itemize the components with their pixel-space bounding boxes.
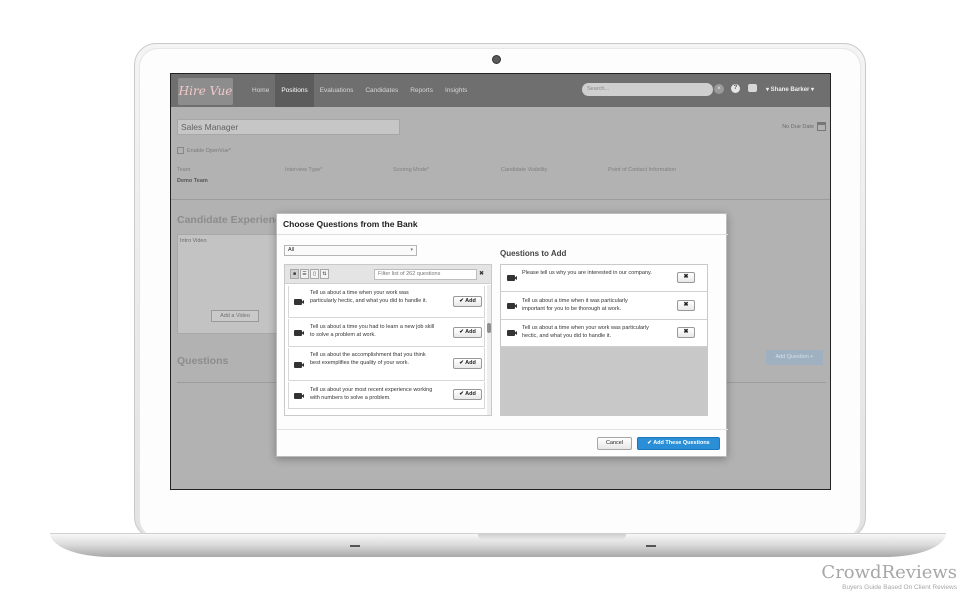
questions-to-add-list: Please tell us why you are interested in… [500,264,708,416]
chevron-down-icon: ▾ [410,247,413,253]
category-select[interactable]: All ▾ [284,245,417,256]
scoring-mode-label: Scoring Mode* [393,167,430,173]
list-view-icon[interactable]: ☰ [300,269,309,279]
laptop-base [50,533,946,557]
list-item: Tell us about your most recent experienc… [288,382,485,409]
list-item: Tell us about a time when it was particu… [501,293,707,320]
video-camera-icon [294,299,304,305]
list-item: Tell us about a time when your work was … [501,320,707,347]
sort-icon[interactable]: ⇅ [320,269,329,279]
bank-scrollbar[interactable] [487,285,491,415]
bank-toolbar: ■ ☰ ▯ ⇅ Filter list of 262 questions ✖ [285,265,491,284]
clear-filter-icon[interactable]: ✖ [477,269,486,280]
nav-reports[interactable]: Reports [404,74,439,107]
position-page: Sales Manager No Due Date Enable OpenVue… [171,107,830,489]
question-text: Tell us about a time when it was particu… [522,298,628,312]
question-text: Tell us about the accomplishment that yo… [310,352,426,366]
team-label: Team [177,167,191,173]
main-nav: Home Positions Evaluations Candidates Re… [246,74,473,107]
questions-heading: Questions [177,355,229,367]
candidate-experience-heading: Candidate Experienc [177,214,281,226]
add-question-button[interactable]: ✔ Add [453,358,482,369]
top-nav-bar: Hire Vue Home Positions Evaluations Cand… [171,74,830,107]
nav-evaluations[interactable]: Evaluations [314,74,360,107]
search-input[interactable]: Search... [582,83,713,96]
remove-question-button[interactable]: ✖ [677,272,695,283]
hirevue-logo[interactable]: Hire Vue [178,78,233,105]
questions-to-add-heading: Questions to Add [500,249,567,258]
help-icon[interactable]: ? [731,84,740,93]
remove-question-button[interactable]: ✖ [677,300,695,311]
video-camera-icon [507,275,517,281]
crowdreviews-tagline: Buyers Guide Based On Client Reviews [842,584,957,591]
video-camera-icon [294,362,304,368]
remove-question-button[interactable]: ✖ [677,327,695,338]
document-icon[interactable]: ▯ [310,269,319,279]
team-value: Demo Team [177,178,208,184]
question-bank-list: ■ ☰ ▯ ⇅ Filter list of 262 questions ✖ T… [284,264,492,416]
list-item: Please tell us why you are interested in… [501,265,707,292]
section-divider [171,199,830,200]
video-filter-icon[interactable]: ■ [290,269,299,279]
video-camera-icon [507,303,517,309]
crowdreviews-watermark: CrowdReviews [821,562,957,583]
laptop-mockup: Hire Vue Home Positions Evaluations Cand… [0,0,971,604]
bank-scroll-thumb[interactable] [487,323,491,333]
bank-filter-input[interactable]: Filter list of 262 questions [374,269,477,280]
app-screen: Hire Vue Home Positions Evaluations Cand… [170,73,831,490]
intro-video-label: Intro Video [180,238,207,244]
list-item: Tell us about the accomplishment that yo… [288,348,485,381]
question-text: Tell us about your most recent experienc… [310,387,433,401]
cancel-button[interactable]: Cancel [597,437,632,450]
nav-home[interactable]: Home [246,74,275,107]
video-camera-icon [507,330,517,336]
list-item: Tell us about a time you had to learn a … [288,319,485,347]
interview-type-label: Interview Type* [285,167,323,173]
list-item: Tell us about a time when your work was … [288,286,485,318]
user-menu[interactable]: ▾ Shane Barker ▾ [766,74,814,107]
candidate-visibility-label: Candidate Visibility [501,167,548,173]
add-question-button[interactable]: ✔ Add [453,296,482,307]
add-question-button[interactable]: Add Question + [766,350,823,365]
calendar-icon[interactable] [817,122,826,131]
clear-search-icon[interactable]: × [714,84,724,94]
question-text: Tell us about a time when your work was … [310,290,428,304]
category-select-value: All [288,247,295,253]
video-camera-icon [294,330,304,336]
enable-openvue-checkbox[interactable]: Enable OpenVue* [177,147,231,154]
add-question-button[interactable]: ✔ Add [453,327,482,338]
notifications-icon[interactable] [748,84,757,92]
add-video-button[interactable]: Add a Video [211,310,259,322]
due-date-label: No Due Date [782,124,814,130]
add-these-questions-button[interactable]: ✔ Add These Questions [637,437,720,450]
modal-title: Choose Questions from the Bank [283,219,418,229]
camera-icon [492,55,501,64]
question-text: Tell us about a time when your work was … [522,325,649,339]
nav-positions[interactable]: Positions [275,74,314,107]
question-bank-modal: Choose Questions from the Bank All ▾ ■ ☰… [276,213,728,457]
nav-candidates[interactable]: Candidates [359,74,404,107]
point-of-contact-label: Point of Contact Information [608,167,677,173]
question-text: Please tell us why you are interested in… [522,270,652,276]
position-title-input[interactable]: Sales Manager [177,119,400,135]
question-text: Tell us about a time you had to learn a … [310,324,435,338]
video-camera-icon [294,393,304,399]
nav-insights[interactable]: Insights [439,74,473,107]
add-question-button[interactable]: ✔ Add [453,389,482,400]
